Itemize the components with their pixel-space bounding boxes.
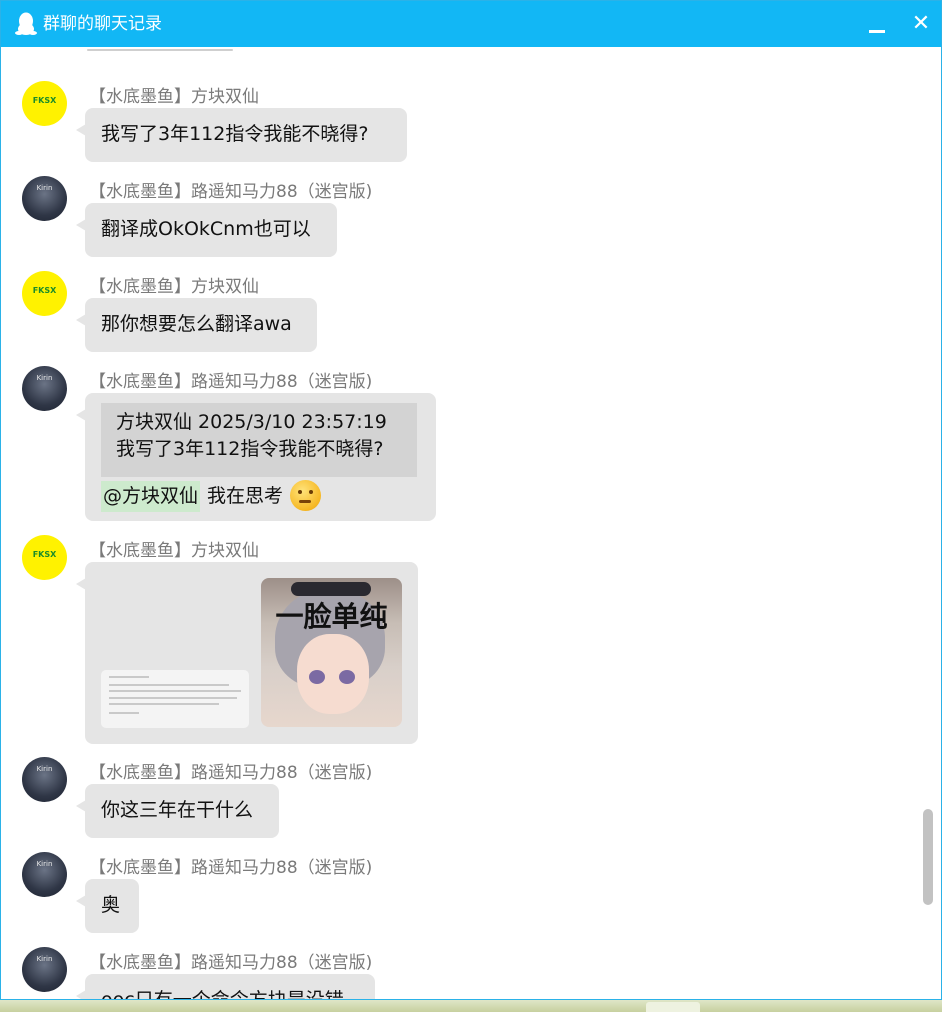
quoted-message[interactable]: 方块双仙 2025/3/10 23:57:19 我写了3年112指令我能不晓得? <box>101 403 417 477</box>
fksx-avatar-label: FKSX <box>32 550 57 559</box>
chat-history-window: 群聊的聊天记录 ✕ FKSX 【水底墨鱼】方块双仙 我写了3年112指令我能不晓… <box>0 0 942 1000</box>
taskbar <box>0 1000 942 1012</box>
qq-penguin-icon <box>15 12 37 35</box>
message-bubble[interactable]: 一脸单纯 <box>76 562 418 744</box>
sender-avatar[interactable]: Kirin <box>22 947 67 992</box>
message-text: 我在思考 <box>207 485 284 507</box>
document-screenshot-image[interactable] <box>101 670 249 728</box>
message-bubble[interactable]: 奥 <box>76 879 139 933</box>
sender-name: 【水底墨鱼】方块双仙 <box>89 541 259 561</box>
sender-name: 【水底墨鱼】路遥知马力88（迷宫版) <box>89 182 373 202</box>
kirin-avatar-label: Kirin <box>36 184 53 192</box>
message-text: 奥 <box>101 894 121 916</box>
message-bubble[interactable]: 翻译成OkOkCnm也可以 <box>76 203 337 257</box>
message-bubble[interactable]: 方块双仙 2025/3/10 23:57:19 我写了3年112指令我能不晓得?… <box>76 393 436 521</box>
close-button[interactable]: ✕ <box>903 9 939 39</box>
message-bubble[interactable]: 我写了3年112指令我能不晓得? <box>76 108 407 162</box>
quote-text: 我写了3年112指令我能不晓得? <box>116 438 384 460</box>
thinking-face-emoji <box>290 480 321 511</box>
fksx-avatar-label: FKSX <box>32 96 57 105</box>
sender-avatar[interactable]: FKSX <box>22 81 67 126</box>
sticker-caption: 一脸单纯 <box>275 600 388 633</box>
message-text: 我写了3年112指令我能不晓得? <box>101 123 369 145</box>
sender-avatar[interactable]: Kirin <box>22 757 67 802</box>
fksx-avatar-label: FKSX <box>32 286 57 295</box>
sender-name: 【水底墨鱼】路遥知马力88（迷宫版) <box>89 372 373 392</box>
message-text: 翻译成OkOkCnm也可以 <box>101 218 311 240</box>
sender-avatar[interactable]: FKSX <box>22 271 67 316</box>
sender-avatar[interactable]: Kirin <box>22 852 67 897</box>
sender-avatar[interactable]: FKSX <box>22 535 67 580</box>
minimize-button[interactable] <box>859 9 895 39</box>
sender-name: 【水底墨鱼】方块双仙 <box>89 277 259 297</box>
window-title: 群聊的聊天记录 <box>43 14 162 34</box>
kirin-avatar-label: Kirin <box>36 765 53 773</box>
anime-girl-sticker-image[interactable]: 一脸单纯 <box>261 578 402 727</box>
kirin-avatar-label: Kirin <box>36 374 53 382</box>
quote-header: 方块双仙 2025/3/10 23:57:19 <box>116 411 387 433</box>
message-bubble[interactable]: 那你想要怎么翻译awa <box>76 298 317 352</box>
sender-name: 【水底墨鱼】方块双仙 <box>89 87 259 107</box>
sender-name: 【水底墨鱼】路遥知马力88（迷宫版) <box>89 763 373 783</box>
message-text: ooc只有一个命令方块是没错 <box>101 989 344 1000</box>
message-text: 那你想要怎么翻译awa <box>101 313 292 335</box>
message-list[interactable]: FKSX 【水底墨鱼】方块双仙 我写了3年112指令我能不晓得? Kirin 【… <box>1 47 941 1000</box>
title-bar[interactable]: 群聊的聊天记录 ✕ <box>1 1 941 47</box>
sender-name: 【水底墨鱼】路遥知马力88（迷宫版) <box>89 953 373 973</box>
taskbar-item[interactable] <box>646 1002 700 1012</box>
sender-name: 【水底墨鱼】路遥知马力88（迷宫版) <box>89 858 373 878</box>
kirin-avatar-label: Kirin <box>36 955 53 963</box>
close-icon: ✕ <box>911 11 931 36</box>
sender-avatar[interactable]: Kirin <box>22 366 67 411</box>
kirin-avatar-label: Kirin <box>36 860 53 868</box>
message-bubble[interactable]: 你这三年在干什么 <box>76 784 279 838</box>
mention-tag[interactable]: @方块双仙 <box>101 481 201 512</box>
sender-avatar[interactable]: Kirin <box>22 176 67 221</box>
divider <box>87 49 233 51</box>
message-bubble[interactable]: ooc只有一个命令方块是没错 <box>76 974 375 1000</box>
scrollbar-thumb[interactable] <box>923 809 933 905</box>
message-text: 你这三年在干什么 <box>101 799 254 821</box>
